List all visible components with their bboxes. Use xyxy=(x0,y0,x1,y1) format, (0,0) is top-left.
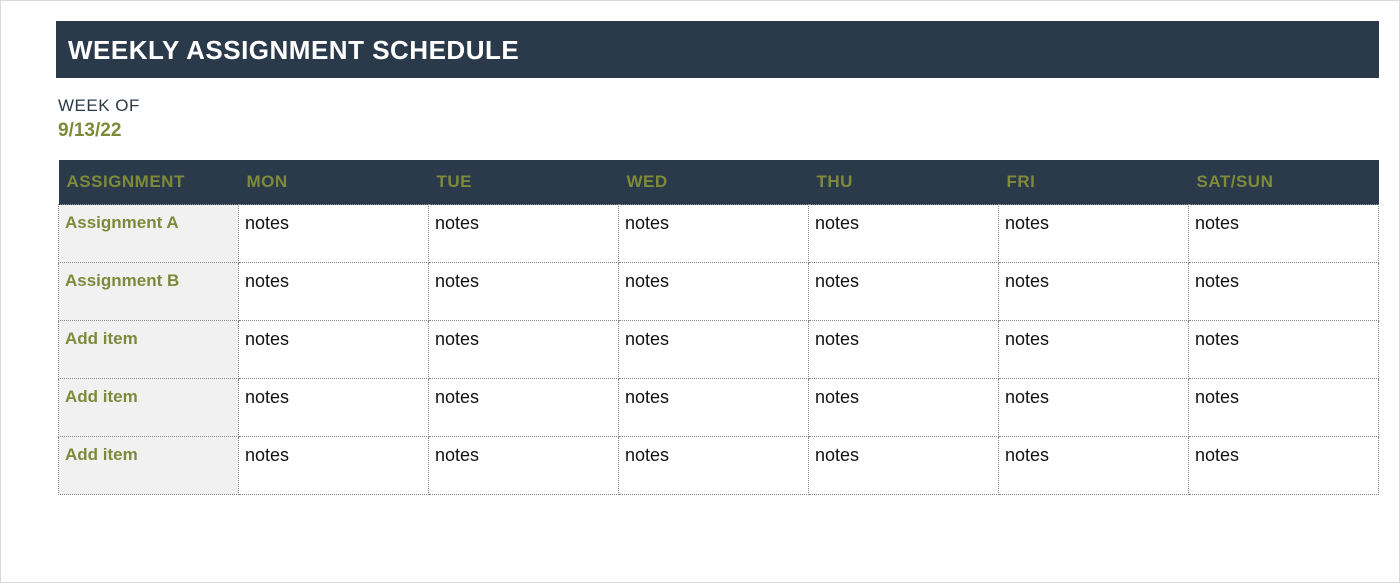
notes-cell-tue[interactable]: notes xyxy=(429,205,619,263)
notes-cell-thu[interactable]: notes xyxy=(809,437,999,495)
col-header-satsun: SAT/SUN xyxy=(1189,160,1379,205)
notes-cell-tue[interactable]: notes xyxy=(429,321,619,379)
notes-cell-thu[interactable]: notes xyxy=(809,263,999,321)
notes-cell-wed[interactable]: notes xyxy=(619,379,809,437)
notes-cell-wed[interactable]: notes xyxy=(619,437,809,495)
notes-cell-fri[interactable]: notes xyxy=(999,321,1189,379)
assignment-name-cell[interactable]: Assignment A xyxy=(59,205,239,263)
notes-cell-satsun[interactable]: notes xyxy=(1189,263,1379,321)
assignment-name-cell[interactable]: Assignment B xyxy=(59,263,239,321)
notes-cell-fri[interactable]: notes xyxy=(999,379,1189,437)
notes-cell-satsun[interactable]: notes xyxy=(1189,321,1379,379)
notes-cell-thu[interactable]: notes xyxy=(809,205,999,263)
notes-cell-mon[interactable]: notes xyxy=(239,379,429,437)
notes-cell-thu[interactable]: notes xyxy=(809,321,999,379)
notes-cell-fri[interactable]: notes xyxy=(999,437,1189,495)
notes-cell-satsun[interactable]: notes xyxy=(1189,437,1379,495)
table-header-row: ASSIGNMENT MON TUE WED THU FRI SAT/SUN xyxy=(59,160,1379,205)
page-title: WEEKLY ASSIGNMENT SCHEDULE xyxy=(56,21,1379,78)
assignment-name-cell[interactable]: Add item xyxy=(59,379,239,437)
notes-cell-wed[interactable]: notes xyxy=(619,321,809,379)
notes-cell-mon[interactable]: notes xyxy=(239,437,429,495)
table-row: Add item notes notes notes notes notes n… xyxy=(59,437,1379,495)
notes-cell-mon[interactable]: notes xyxy=(239,321,429,379)
notes-cell-tue[interactable]: notes xyxy=(429,379,619,437)
notes-cell-wed[interactable]: notes xyxy=(619,263,809,321)
notes-cell-satsun[interactable]: notes xyxy=(1189,379,1379,437)
table-row: Add item notes notes notes notes notes n… xyxy=(59,321,1379,379)
notes-cell-tue[interactable]: notes xyxy=(429,263,619,321)
schedule-table: ASSIGNMENT MON TUE WED THU FRI SAT/SUN A… xyxy=(58,160,1379,495)
notes-cell-fri[interactable]: notes xyxy=(999,205,1189,263)
col-header-fri: FRI xyxy=(999,160,1189,205)
table-row: Assignment B notes notes notes notes not… xyxy=(59,263,1379,321)
notes-cell-satsun[interactable]: notes xyxy=(1189,205,1379,263)
week-of-block: WEEK OF 9/13/22 xyxy=(58,96,1379,142)
col-header-tue: TUE xyxy=(429,160,619,205)
notes-cell-mon[interactable]: notes xyxy=(239,205,429,263)
week-of-label: WEEK OF xyxy=(58,96,1379,116)
col-header-mon: MON xyxy=(239,160,429,205)
notes-cell-fri[interactable]: notes xyxy=(999,263,1189,321)
col-header-thu: THU xyxy=(809,160,999,205)
assignment-name-cell[interactable]: Add item xyxy=(59,321,239,379)
notes-cell-mon[interactable]: notes xyxy=(239,263,429,321)
notes-cell-thu[interactable]: notes xyxy=(809,379,999,437)
col-header-wed: WED xyxy=(619,160,809,205)
table-row: Add item notes notes notes notes notes n… xyxy=(59,379,1379,437)
table-row: Assignment A notes notes notes notes not… xyxy=(59,205,1379,263)
page-container: WEEKLY ASSIGNMENT SCHEDULE WEEK OF 9/13/… xyxy=(0,0,1400,583)
week-of-date[interactable]: 9/13/22 xyxy=(58,120,1379,142)
col-header-assignment: ASSIGNMENT xyxy=(59,160,239,205)
notes-cell-tue[interactable]: notes xyxy=(429,437,619,495)
assignment-name-cell[interactable]: Add item xyxy=(59,437,239,495)
notes-cell-wed[interactable]: notes xyxy=(619,205,809,263)
